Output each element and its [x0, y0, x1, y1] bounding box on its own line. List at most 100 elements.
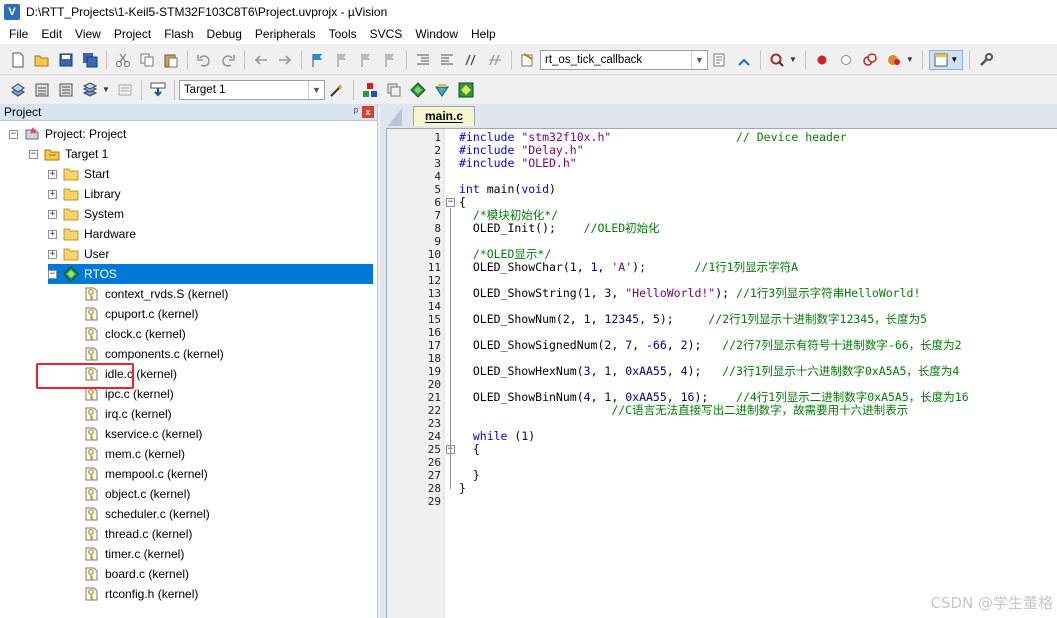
tab-main-c[interactable]: main.c [413, 106, 475, 126]
tree-item-library[interactable]: + Library [48, 184, 121, 204]
fold-collapse-icon[interactable]: − [446, 198, 455, 207]
menu-tools[interactable]: Tools [324, 24, 362, 44]
find-combo[interactable]: rt_os_tick_callback ▼ [540, 49, 708, 70]
manage-rte-button[interactable] [408, 80, 428, 100]
indent-button[interactable] [413, 50, 433, 70]
menu-file[interactable]: File [4, 24, 33, 44]
expand-icon[interactable]: + [48, 249, 57, 259]
chevron-down-icon[interactable]: ▼ [789, 55, 797, 64]
software-packs-button[interactable] [456, 80, 476, 100]
tree-item-system[interactable]: + System [48, 204, 124, 224]
tree-item-cpuport-c-kernel[interactable]: cpuport.c (kernel) [84, 304, 198, 324]
tree-item-project-project[interactable]: − Project: Project [9, 124, 126, 144]
comment-button[interactable] [461, 50, 481, 70]
build-button[interactable] [32, 80, 52, 100]
code-editor[interactable]: 1 #include "stm32f10x.h" // Device header… [386, 128, 1057, 618]
tree-item-thread-c-kernel[interactable]: thread.c (kernel) [84, 524, 192, 544]
menu-debug[interactable]: Debug [202, 24, 247, 44]
menu-help[interactable]: Help [466, 24, 501, 44]
paste-button[interactable] [161, 50, 181, 70]
incremental-find-button[interactable] [767, 50, 787, 70]
configure-button[interactable] [976, 50, 996, 70]
insert-breakpoint-button[interactable] [812, 50, 832, 70]
expand-icon[interactable]: + [48, 189, 57, 199]
translate-button[interactable] [8, 80, 28, 100]
tree-item-object-c-kernel[interactable]: object.c (kernel) [84, 484, 190, 504]
chevron-down-icon[interactable]: ▼ [906, 55, 914, 64]
expand-icon[interactable]: + [48, 169, 57, 179]
collapse-icon[interactable]: − [29, 149, 38, 159]
tree-item-user[interactable]: + User [48, 244, 109, 264]
collapse-icon[interactable]: − [9, 129, 18, 139]
new-file-button[interactable] [8, 50, 28, 70]
expand-icon[interactable]: + [48, 209, 57, 219]
open-file-button[interactable] [32, 50, 52, 70]
chevron-down-icon[interactable]: ▼ [102, 85, 110, 94]
batch-build-button[interactable] [80, 80, 100, 100]
chevron-down-icon[interactable]: ▼ [691, 50, 707, 69]
tree-item-mem-c-kernel[interactable]: mem.c (kernel) [84, 444, 185, 464]
tree-item-start[interactable]: + Start [48, 164, 109, 184]
tree-item-rtconfig-h-kernel[interactable]: rtconfig.h (kernel) [84, 584, 198, 604]
menu-edit[interactable]: Edit [36, 24, 67, 44]
collapse-icon[interactable]: − [48, 269, 57, 279]
cut-button[interactable] [113, 50, 133, 70]
code-token: #include [459, 130, 522, 144]
pack-installer-button[interactable] [432, 80, 452, 100]
target-combo[interactable]: Target 1 ▼ [178, 79, 325, 100]
tree-item-mempool-c-kernel[interactable]: mempool.c (kernel) [84, 464, 208, 484]
stop-build-button[interactable] [115, 80, 135, 100]
download-button[interactable] [148, 80, 168, 100]
tree-item-board-c-kernel[interactable]: board.c (kernel) [84, 564, 189, 584]
menu-flash[interactable]: Flash [159, 24, 198, 44]
nav-back-button[interactable] [251, 50, 271, 70]
tree-item-target-1[interactable]: − Target 1 [29, 144, 108, 164]
bookmark-prev-button[interactable] [332, 50, 352, 70]
chevron-down-icon[interactable]: ▼ [307, 80, 324, 99]
line-number: 17 [427, 339, 441, 352]
close-icon[interactable]: x [362, 106, 374, 118]
redo-button[interactable] [218, 50, 238, 70]
find-in-files-button[interactable] [518, 50, 538, 70]
uncomment-button[interactable] [485, 50, 505, 70]
tree-item-timer-c-kernel[interactable]: timer.c (kernel) [84, 544, 184, 564]
find-button[interactable] [710, 50, 730, 70]
tree-item-context-rvds-s-kernel[interactable]: context_rvds.S (kernel) [84, 284, 228, 304]
kill-breakpoints-button[interactable] [884, 50, 904, 70]
menu-svcs[interactable]: SVCS [365, 24, 408, 44]
tree-item-components-c-kernel[interactable]: components.c (kernel) [84, 344, 224, 364]
undo-button[interactable] [194, 50, 214, 70]
tree-item-rtos[interactable]: − RTOS [48, 264, 373, 284]
unindent-button[interactable] [437, 50, 457, 70]
tree-item-irq-c-kernel[interactable]: irq.c (kernel) [84, 404, 172, 424]
manage-project-items-button[interactable] [360, 80, 380, 100]
target-options-button[interactable] [327, 80, 347, 100]
pin-icon[interactable]: ᵖ [354, 106, 358, 118]
bookmark-next-button[interactable] [356, 50, 376, 70]
tree-item-clock-c-kernel[interactable]: clock.c (kernel) [84, 324, 186, 344]
expand-icon[interactable]: + [48, 229, 57, 239]
save-all-button[interactable] [80, 50, 100, 70]
copy-button[interactable] [137, 50, 157, 70]
window-layout-button[interactable]: ▼ [928, 49, 963, 70]
tree-item-hardware[interactable]: + Hardware [48, 224, 136, 244]
tree-item-kservice-c-kernel[interactable]: kservice.c (kernel) [84, 424, 202, 444]
menu-view[interactable]: View [70, 24, 106, 44]
disable-breakpoints-button[interactable] [860, 50, 880, 70]
code-token: ( [507, 429, 522, 443]
nav-forward-button[interactable] [275, 50, 295, 70]
unindent-icon [441, 54, 453, 64]
rebuild-button[interactable] [56, 80, 76, 100]
bookmark-toggle-button[interactable] [308, 50, 328, 70]
file-key-icon [84, 526, 100, 542]
menu-project[interactable]: Project [109, 24, 156, 44]
enable-breakpoint-button[interactable] [836, 50, 856, 70]
menu-window[interactable]: Window [410, 24, 463, 44]
select-packs-button[interactable] [384, 80, 404, 100]
menu-peripherals[interactable]: Peripherals [250, 24, 321, 44]
tree-item-scheduler-c-kernel[interactable]: scheduler.c (kernel) [84, 504, 210, 524]
save-button[interactable] [56, 50, 76, 70]
replace-button[interactable] [734, 50, 754, 70]
bookmark-clear-button[interactable] [380, 50, 400, 70]
